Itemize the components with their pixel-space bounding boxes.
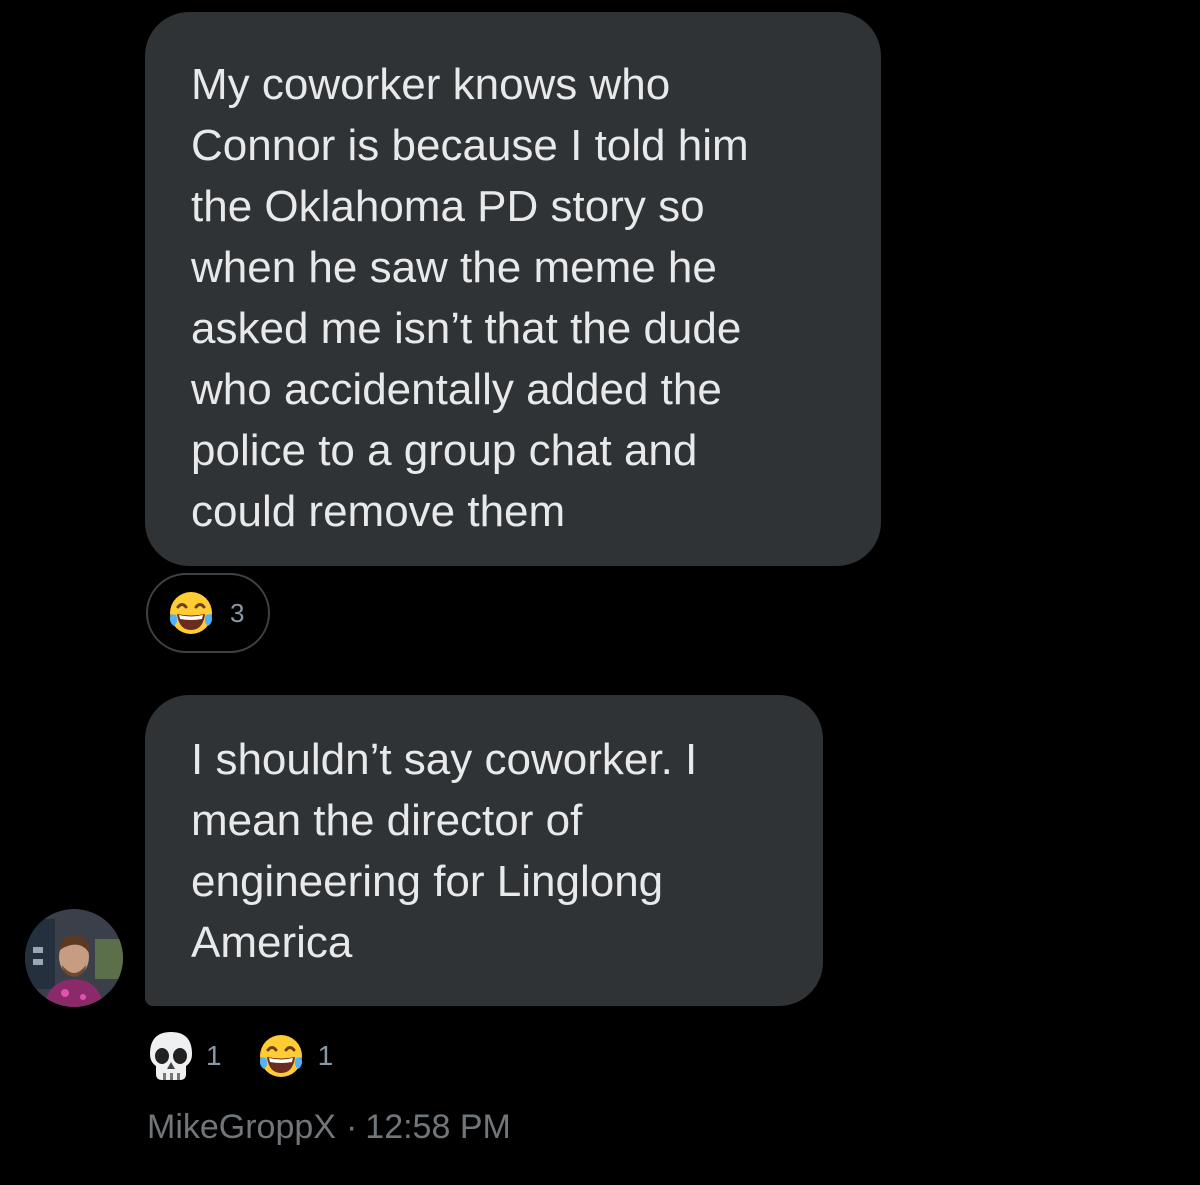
message-meta: MikeGroppX · 12:58 PM (147, 1108, 511, 1147)
laughing-tears-emoji-icon (170, 592, 212, 634)
message-line: who accidentally added the (191, 365, 722, 414)
message-line: police to a group chat and (191, 426, 698, 475)
message-line: the Oklahoma PD story so (191, 182, 705, 231)
message-bubble-2[interactable]: I shouldn’t say coworker. I mean the dir… (145, 695, 823, 1006)
message-line: engineering for Linglong (191, 857, 664, 906)
avatar[interactable] (25, 909, 123, 1007)
reaction-pill[interactable]: 3 (146, 573, 270, 653)
message-line: My coworker knows who (191, 60, 671, 109)
message-bubble-1[interactable]: My coworker knows who Connor is because … (145, 12, 881, 566)
message-line: America (191, 918, 353, 967)
message-line: mean the director of (191, 796, 583, 845)
reaction-skull[interactable]: 1 (148, 1030, 222, 1082)
reactions-row: 1 1 (148, 1030, 333, 1082)
reaction-laugh[interactable]: 1 (256, 1031, 334, 1081)
message-line: when he saw the meme he (191, 243, 717, 292)
skull-emoji-icon (150, 1032, 192, 1080)
reaction-count: 1 (206, 1040, 222, 1071)
message-line: Connor is because I told him (191, 121, 749, 170)
message-line: I shouldn’t say coworker. I (191, 735, 698, 784)
message-line: could remove them (191, 487, 566, 536)
reaction-count: 1 (317, 1040, 334, 1071)
laughing-tears-emoji-icon (259, 1035, 302, 1077)
message-timestamp: 12:58 PM (365, 1108, 511, 1146)
sender-username[interactable]: MikeGroppX (147, 1108, 336, 1146)
reaction-count: 3 (230, 597, 245, 628)
message-line: asked me isn’t that the dude (191, 304, 742, 353)
meta-separator: · (345, 1108, 358, 1146)
avatar-image (25, 909, 123, 1007)
